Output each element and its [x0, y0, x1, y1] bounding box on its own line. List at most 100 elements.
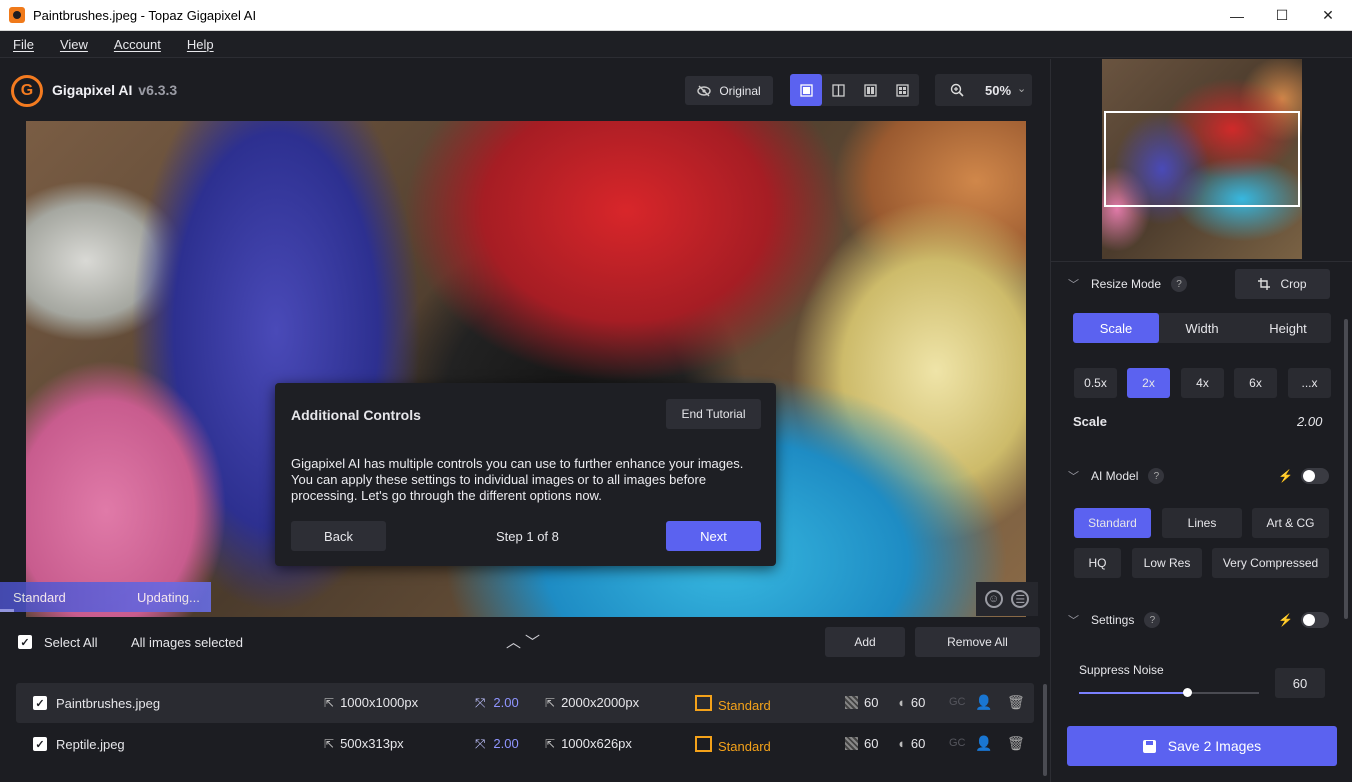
scale-label: Scale	[1073, 414, 1107, 429]
preview-model-label: Standard	[13, 590, 66, 605]
model-art-cg-button[interactable]: Art & CG	[1252, 508, 1329, 538]
suppress-noise-slider[interactable]	[1079, 688, 1259, 697]
original-button[interactable]: Original	[685, 76, 773, 105]
scale-2x-button[interactable]: 2x	[1127, 368, 1170, 398]
end-tutorial-button[interactable]: End Tutorial	[666, 399, 761, 429]
tutorial-title: Additional Controls	[291, 407, 421, 423]
selection-status: All images selected	[131, 635, 243, 650]
lightning-icon: ⚡	[1278, 613, 1293, 627]
crop-button[interactable]: Crop	[1235, 269, 1330, 299]
eye-off-icon	[697, 85, 712, 96]
blur-value: 60	[897, 736, 925, 751]
lightning-icon: ⚡	[1278, 469, 1293, 483]
tab-width[interactable]: Width	[1159, 313, 1245, 343]
close-button[interactable]: ✕	[1305, 0, 1351, 31]
face-recovery-icon[interactable]: ☺	[984, 590, 1003, 608]
blur-value: 60	[897, 695, 925, 710]
menu-help[interactable]: Help	[174, 37, 227, 52]
single-view-button[interactable]	[790, 74, 822, 106]
help-icon[interactable]: ?	[1144, 612, 1161, 628]
navigator-viewport[interactable]	[1104, 111, 1300, 207]
output-size: 1000x626px	[545, 736, 632, 751]
model-name: Standard	[695, 695, 771, 713]
model-lines-button[interactable]: Lines	[1162, 508, 1242, 538]
toggle-track[interactable]	[1300, 468, 1329, 484]
model-very-compressed-button[interactable]: Very Compressed	[1212, 548, 1329, 578]
tab-scale[interactable]: Scale	[1073, 313, 1159, 343]
help-icon[interactable]: ?	[1148, 468, 1165, 484]
panel-scrollbar[interactable]	[1344, 319, 1348, 619]
file-row[interactable]: ✓ Paintbrushes.jpeg 1000x1000px 2.00 200…	[16, 683, 1034, 723]
remove-all-button[interactable]: Remove All	[915, 627, 1040, 657]
file-name: Reptile.jpeg	[56, 737, 125, 752]
gc-label: GC	[949, 737, 966, 749]
scale-value[interactable]: 2.00	[1297, 414, 1322, 429]
tutorial-body: Gigapixel AI has multiple controls you c…	[291, 456, 744, 503]
select-all-checkbox[interactable]: ✓	[18, 635, 32, 649]
save-images-button[interactable]: Save 2 Images	[1067, 726, 1337, 766]
noise-value: 60	[845, 736, 878, 751]
model-low-res-button[interactable]: Low Res	[1132, 548, 1202, 578]
menu-account[interactable]: Account	[101, 37, 174, 52]
settings-header[interactable]: ﹀ Settings ?	[1068, 612, 1161, 628]
file-checkbox[interactable]: ✓	[33, 696, 47, 710]
slider-handle[interactable]	[1183, 688, 1192, 697]
add-button[interactable]: Add	[825, 627, 905, 657]
zoom-control[interactable]: 50% ⌄	[935, 74, 1032, 106]
crop-label: Crop	[1280, 277, 1307, 291]
side-by-side-button[interactable]	[854, 74, 886, 106]
menu-view[interactable]: View	[47, 37, 101, 52]
chevron-down-icon[interactable]: ⌄	[1017, 82, 1026, 95]
trash-icon[interactable]: 🗑	[1007, 694, 1025, 711]
progress-bar	[0, 609, 14, 612]
back-button[interactable]: Back	[291, 521, 386, 551]
resize-mode-title: Resize Mode	[1091, 277, 1162, 291]
face-recovery-icon[interactable]: 👤	[975, 735, 992, 752]
tab-height[interactable]: Height	[1245, 313, 1331, 343]
ai-model-header[interactable]: ﹀ AI Model ?	[1068, 468, 1165, 484]
save-icon	[1142, 739, 1156, 753]
model-standard-button[interactable]: Standard	[1074, 508, 1151, 538]
crop-icon	[1258, 278, 1271, 290]
save-label: Save 2 Images	[1167, 738, 1262, 754]
scale-0-5x-button[interactable]: 0.5x	[1074, 368, 1117, 398]
file-checkbox[interactable]: ✓	[33, 737, 47, 751]
preview-status-bar: Standard Updating...	[0, 582, 211, 612]
noise-value: 60	[845, 695, 878, 710]
scale-6x-button[interactable]: 6x	[1234, 368, 1277, 398]
minimize-button[interactable]: —	[1214, 0, 1260, 31]
ai-model-title: AI Model	[1091, 469, 1139, 483]
face-recovery-icon[interactable]: 👤	[975, 694, 992, 711]
scale-4x-button[interactable]: 4x	[1181, 368, 1224, 398]
maximize-button[interactable]: ☐	[1259, 0, 1305, 31]
resize-mode-header[interactable]: ﹀ Resize Mode ?	[1068, 276, 1188, 292]
toggle-track[interactable]	[1300, 612, 1329, 628]
quad-view-button[interactable]	[886, 74, 918, 106]
trash-icon[interactable]: 🗑	[1007, 735, 1025, 752]
window-title: Paintbrushes.jpeg - Topaz Gigapixel AI	[33, 7, 257, 23]
settings-toggle[interactable]: ⚡	[1278, 611, 1330, 629]
compare-icon[interactable]: ☰	[1011, 590, 1030, 608]
expand-collapse-arrows-icon[interactable]: ︿﹀	[506, 631, 544, 652]
toggle-knob	[1302, 470, 1315, 482]
menu-file[interactable]: File	[0, 37, 47, 52]
select-all-label[interactable]: Select All	[44, 635, 97, 650]
menu-bar: File View Account Help	[0, 31, 1352, 58]
file-row[interactable]: ✓ Reptile.jpeg 500x313px 2.00 1000x626px…	[16, 724, 1034, 764]
settings-panel: ﹀ Resize Mode ? Crop Scale Width Height …	[1050, 59, 1352, 782]
ai-model-toggle[interactable]: ⚡	[1278, 467, 1330, 485]
scale-custom-button[interactable]: ...x	[1288, 368, 1331, 398]
chevron-down-icon: ﹀	[1068, 471, 1079, 483]
resize-mode-tabs: Scale Width Height	[1073, 313, 1331, 343]
file-list-scrollbar[interactable]	[1043, 684, 1047, 776]
suppress-noise-value[interactable]: 60	[1275, 668, 1325, 698]
split-view-icon	[831, 83, 845, 97]
split-view-button[interactable]	[822, 74, 854, 106]
model-hq-button[interactable]: HQ	[1074, 548, 1121, 578]
help-icon[interactable]: ?	[1171, 276, 1188, 292]
slider-fill	[1079, 692, 1187, 694]
settings-title: Settings	[1091, 613, 1135, 627]
file-list-toolbar: ✓ Select All All images selected ︿﹀ Add …	[0, 617, 1050, 665]
gigapixel-logo-icon: G	[11, 75, 43, 107]
next-button[interactable]: Next	[666, 521, 761, 551]
